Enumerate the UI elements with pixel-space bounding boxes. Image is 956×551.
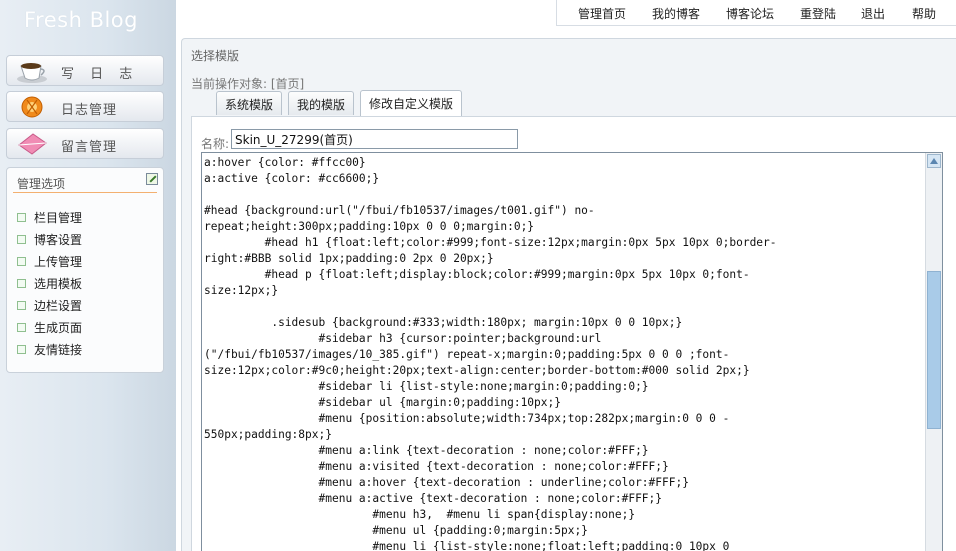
editor-scrollbar[interactable] (925, 153, 942, 551)
nav-blog-forum[interactable]: 博客论坛 (726, 5, 774, 22)
write-post-button[interactable]: 写 日 志 (6, 55, 164, 86)
message-management-button[interactable]: 留言管理 (6, 128, 164, 159)
nav-admin-home[interactable]: 管理首页 (578, 5, 626, 22)
site-logo: Fresh Blog (24, 8, 138, 32)
pink-envelope-icon (18, 133, 47, 155)
tab-edit-custom-template[interactable]: 修改自定义模版 (360, 90, 463, 116)
template-edit-area: 名称: a:hover {color: #ffcc00} a:active {c… (191, 116, 956, 551)
main-panel: 选择模版 当前操作对象: [首页] 系统模版 我的模版 修改自定义模版 名称: … (181, 38, 956, 551)
bullet-square-icon (17, 278, 26, 288)
scroll-up-arrow-icon[interactable] (927, 154, 941, 168)
orange-gear-icon (21, 96, 43, 118)
template-name-input[interactable] (231, 129, 518, 149)
manage-item-uploads[interactable]: 上传管理 (17, 250, 82, 272)
tab-my-templates[interactable]: 我的模版 (288, 91, 355, 115)
bullet-square-icon (17, 212, 26, 222)
template-css-code[interactable]: a:hover {color: #ffcc00} a:active {color… (204, 155, 924, 551)
left-sidebar: Fresh Blog 写 日 志 日志管理 留言管理 管理选项 栏目管理 博客设… (0, 0, 176, 551)
manage-options-list: 栏目管理 博客设置 上传管理 选用模板 边栏设置 生成页面 友情链接 (17, 206, 82, 360)
manage-item-generate-pages[interactable]: 生成页面 (17, 316, 82, 338)
name-label: 名称: (201, 137, 230, 151)
nav-help[interactable]: 帮助 (912, 5, 936, 22)
manage-item-sidebar-settings[interactable]: 边栏设置 (17, 294, 82, 316)
tab-system-templates[interactable]: 系统模版 (216, 91, 283, 115)
scrollbar-thumb[interactable] (927, 271, 941, 429)
nav-logout[interactable]: 退出 (861, 5, 885, 22)
bullet-square-icon (17, 256, 26, 266)
bullet-square-icon (17, 322, 26, 332)
log-management-button[interactable]: 日志管理 (6, 91, 164, 122)
bullet-square-icon (17, 300, 26, 310)
current-target-label: 当前操作对象: [首页] (191, 77, 305, 91)
message-management-label: 留言管理 (61, 140, 118, 155)
panel-title: 选择模版 (191, 49, 240, 63)
manage-item-columns[interactable]: 栏目管理 (17, 206, 82, 228)
edit-icon[interactable] (146, 173, 158, 185)
manage-item-choose-template[interactable]: 选用模板 (17, 272, 82, 294)
coffee-cup-icon (17, 63, 47, 83)
manage-item-blog-settings[interactable]: 博客设置 (17, 228, 82, 250)
nav-my-blog[interactable]: 我的博客 (652, 5, 700, 22)
manage-options-title: 管理选项 (17, 177, 66, 191)
manage-item-friend-links[interactable]: 友情链接 (17, 338, 82, 360)
bullet-square-icon (17, 344, 26, 354)
manage-options-panel: 管理选项 栏目管理 博客设置 上传管理 选用模板 边栏设置 生成页面 友情链接 (6, 167, 164, 373)
template-code-editor[interactable]: a:hover {color: #ffcc00} a:active {color… (201, 152, 943, 551)
log-management-label: 日志管理 (61, 103, 118, 118)
manage-divider (13, 192, 157, 193)
bullet-square-icon (17, 234, 26, 244)
top-navigation: 管理首页 我的博客 博客论坛 重登陆 退出 帮助 (556, 0, 956, 26)
nav-relogin[interactable]: 重登陆 (800, 5, 836, 22)
write-post-label: 写 日 志 (61, 67, 139, 82)
